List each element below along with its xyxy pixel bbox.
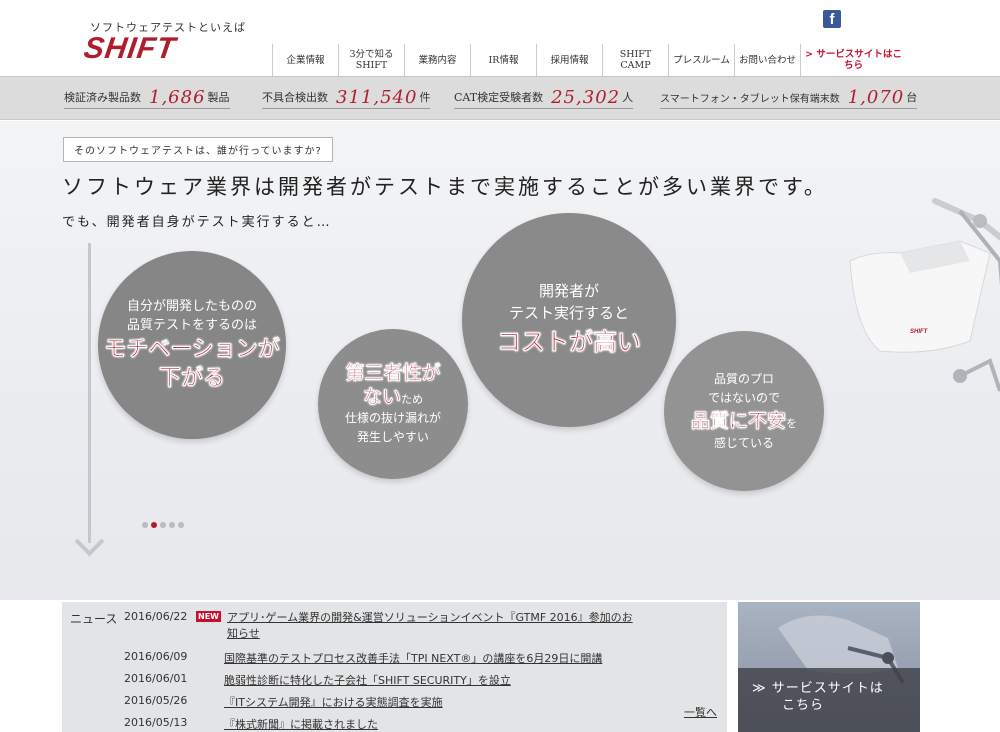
circle-text: 仕様の抜け漏れが [344,411,441,425]
service-banner-text: ≫ サービスサイトは こちら [752,680,884,714]
site-header: ソフトウェアテストといえば SHIFT f 企業情報 3分で知る SHIFT 業務内… [0,0,1000,76]
circle-text: 自分が開発したものの [126,299,257,314]
new-badge: NEW [196,611,221,622]
service-banner-line: こちら [782,698,825,713]
news-item: 2016/05/26 『ITシステム開発』における実態調査を実施 [124,694,443,710]
news-title[interactable]: 知らせ [227,626,633,642]
news-date: 2016/06/22 [124,610,188,623]
stat-label: 検証済み製品数 [64,91,141,104]
nav-item[interactable]: 3分で知る SHIFT [338,44,404,76]
slider-dot[interactable] [178,522,184,528]
stat-unit: 製品 [207,91,230,104]
stat-unit: 台 [906,91,918,104]
stat-bugs: 不具合検出数 311,540 件 [262,87,431,109]
nav-item[interactable]: IR情報 [470,44,536,76]
nav-item[interactable]: お問い合わせ [734,44,800,76]
news-title[interactable]: アプリ･ゲーム業界の開発&運営ソリューションイベント『GTMF 2016』参加の… [227,610,633,626]
stat-label: 不具合検出数 [262,91,328,104]
hero-subline: でも、開発者自身がテスト実行すると… [62,215,332,230]
news-more-link[interactable]: 一覧へ [684,704,717,720]
nav-item[interactable]: > サービスサイトはこちら [800,44,906,76]
shift-logo[interactable]: SHIFT [82,32,178,66]
news-title[interactable]: 『株式新聞』に掲載されました [224,716,378,732]
circle-text: 感じている [713,435,774,450]
stat-cat: CAT検定受験者数 25,302 人 [454,87,634,109]
stat-unit: 件 [419,91,431,104]
down-arrow-line [88,243,91,543]
svg-text:SHIFT: SHIFT [910,329,929,335]
news-title[interactable]: 脆弱性診断に特化した子会社「SHIFT SECURITY」を設立 [224,672,511,688]
stat-label: スマートフォン・タブレット保有端末数 [660,94,840,105]
robot-arm-illustration: SHIFT [849,198,1000,392]
slider-dot[interactable] [160,522,166,528]
question-tag: そのソフトウェアテストは、誰が行っていますか? [63,137,333,162]
stat-unit: 人 [622,91,634,104]
circle-text: テスト実行すると [508,304,629,322]
stat-label: CAT検定受験者数 [454,91,544,104]
slider-dot[interactable] [142,522,148,528]
news-date: 2016/06/01 [124,672,188,685]
nav-item[interactable]: SHIFT CAMP [602,44,668,76]
service-site-banner[interactable]: ≫ サービスサイトは こちら [738,602,920,732]
circle-text: ではないので [707,390,780,405]
slider-dots [142,522,184,528]
hero-headline: ソフトウェア業界は開発者がテストまで実施することが多い業界です。 [62,175,828,199]
nav-item[interactable]: プレスルーム [668,44,734,76]
circle-emphasis: ない [362,386,401,408]
nav-item[interactable]: 企業情報 [272,44,338,76]
news-title[interactable]: 『ITシステム開発』における実態調査を実施 [224,694,443,710]
circle-emphasis: コストが高い [497,328,641,356]
circle-third-party: 第三者性が ないため 仕様の抜け漏れが 発生しやすい [318,329,468,479]
circle-emphasis: モチベーションが [104,337,280,362]
circle-quality: 品質のプロ ではないので 品質に不安を 感じている [664,331,824,491]
circle-motivation: 自分が開発したものの 品質テストをするのは モチベーションが 下がる [98,251,286,439]
news-item: 2016/06/22 NEW アプリ･ゲーム業界の開発&運営ソリューションイベン… [124,610,633,642]
circle-emphasis: 下がる [158,366,225,391]
stat-value: 25,302 [551,87,621,108]
circle-text: 発生しやすい [357,430,429,444]
circle-text: ため [401,393,423,406]
down-arrow-icon [74,526,105,557]
global-nav: 企業情報 3分で知る SHIFT 業務内容 IR情報 採用情報 SHIFT CAMP プレス… [272,44,906,76]
news-date: 2016/06/09 [124,650,188,663]
news-date: 2016/05/13 [124,716,188,729]
circle-text: を [786,416,797,430]
slider-dot[interactable] [151,522,157,528]
stat-products: 検証済み製品数 1,686 製品 [64,87,230,109]
stats-bar: 検証済み製品数 1,686 製品 不具合検出数 311,540 件 CAT検定受… [0,76,1000,120]
news-panel: ニュース 2016/06/22 NEW アプリ･ゲーム業界の開発&運営ソリューシ… [62,602,727,732]
news-label: ニュース [70,612,118,626]
stat-value: 1,070 [847,87,905,108]
circle-emphasis: 品質に不安 [690,409,786,432]
news-date: 2016/05/26 [124,694,188,707]
news-item: 2016/05/13 『株式新聞』に掲載されました [124,716,378,732]
nav-item[interactable]: 採用情報 [536,44,602,76]
circle-cost: 開発者が テスト実行すると コストが高い [462,213,676,427]
nav-item[interactable]: 業務内容 [404,44,470,76]
circle-text: 開発者が [538,282,599,300]
news-item: 2016/06/09 国際基準のテストプロセス改善手法「TPI NEXT®」の講… [124,650,602,666]
stat-value: 311,540 [336,87,418,108]
stat-devices: スマートフォン・タブレット保有端末数 1,070 台 [660,87,918,109]
circle-text: 品質のプロ [713,371,774,386]
stat-value: 1,686 [149,87,206,108]
facebook-icon[interactable]: f [823,10,841,28]
circle-text: 品質テストをするのは [126,318,257,333]
slider-dot[interactable] [169,522,175,528]
circle-emphasis: 第三者性が [345,362,441,384]
service-banner-line: ≫ サービスサイトは [752,681,884,696]
news-item: 2016/06/01 脆弱性診断に特化した子会社「SHIFT SECURITY」… [124,672,511,688]
news-title[interactable]: 国際基準のテストプロセス改善手法「TPI NEXT®」の講座を6月29日に開講 [224,650,602,666]
hero-slider: そのソフトウェアテストは、誰が行っていますか? ソフトウェア業界は開発者がテスト… [0,121,1000,600]
